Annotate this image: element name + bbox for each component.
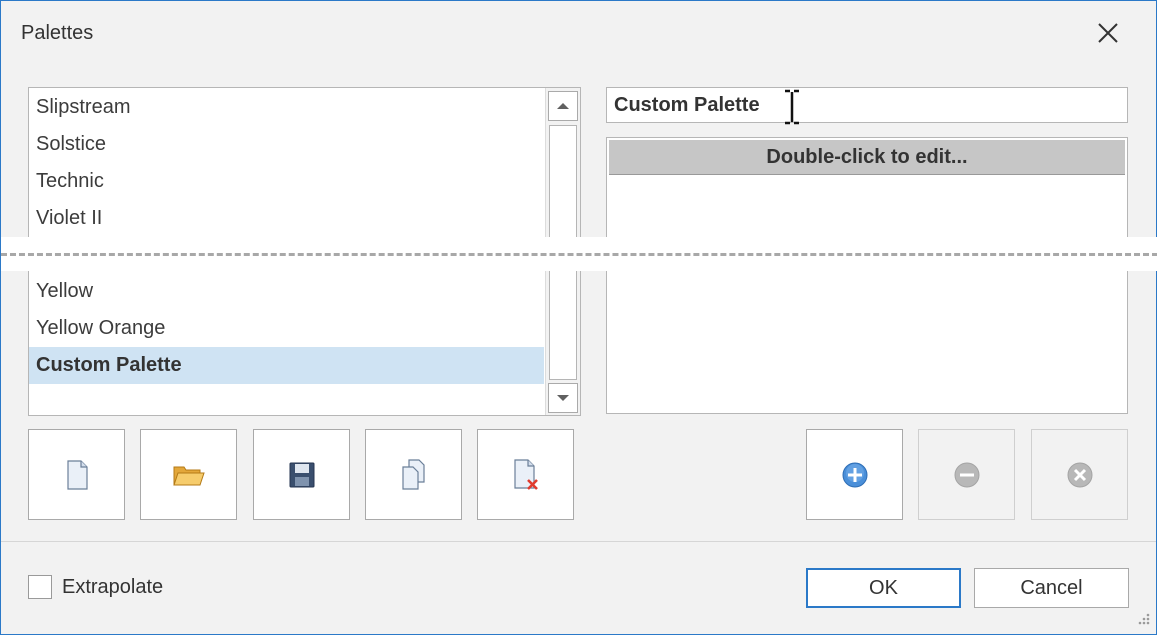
ok-button[interactable]: OK xyxy=(806,568,961,608)
copy-palette-button[interactable] xyxy=(365,429,462,520)
open-palette-button[interactable] xyxy=(140,429,237,520)
remove-color-button[interactable] xyxy=(918,429,1015,520)
list-item[interactable]: Solstice xyxy=(29,126,544,163)
list-item[interactable]: Slipstream xyxy=(29,89,544,126)
new-palette-icon xyxy=(66,459,88,490)
scroll-down-button[interactable] xyxy=(548,383,578,413)
list-item[interactable]: Violet II xyxy=(29,200,544,237)
color-grid[interactable]: Double-click to edit... xyxy=(606,137,1128,414)
extrapolate-checkbox[interactable] xyxy=(28,575,52,599)
cancel-button[interactable]: Cancel xyxy=(974,568,1129,608)
clear-icon xyxy=(1067,462,1092,487)
open-folder-icon xyxy=(172,466,205,485)
delete-palette-icon xyxy=(513,458,538,490)
palette-name-input[interactable] xyxy=(606,87,1128,123)
extrapolate-label[interactable]: Extrapolate xyxy=(62,576,163,599)
new-palette-button[interactable] xyxy=(28,429,125,520)
close-icon[interactable] xyxy=(1093,18,1123,48)
list-item[interactable]: Yellow xyxy=(29,273,544,310)
remove-icon xyxy=(954,462,979,487)
clear-colors-button[interactable] xyxy=(1031,429,1128,520)
break-line xyxy=(1,253,1157,256)
add-icon xyxy=(842,462,867,487)
footer-separator xyxy=(1,541,1156,542)
scroll-up-button[interactable] xyxy=(548,91,578,121)
list-item[interactable]: Technic xyxy=(29,163,544,200)
grid-header[interactable]: Double-click to edit... xyxy=(609,140,1125,175)
chevron-up-icon xyxy=(557,103,569,109)
add-color-button[interactable] xyxy=(806,429,903,520)
dialog-title: Palettes xyxy=(21,22,94,44)
chevron-down-icon xyxy=(557,395,569,401)
save-icon xyxy=(289,462,314,487)
save-palette-button[interactable] xyxy=(253,429,350,520)
resize-grip-icon[interactable] xyxy=(1136,611,1150,630)
list-item-selected[interactable]: Custom Palette xyxy=(29,347,544,384)
text-cursor-icon xyxy=(781,89,803,130)
copy-icon xyxy=(401,458,425,490)
delete-palette-button[interactable] xyxy=(477,429,574,520)
list-item[interactable]: Yellow Orange xyxy=(29,310,544,347)
palettes-dialog: Palettes Slipstream Solstice Technic Vio… xyxy=(0,0,1157,635)
